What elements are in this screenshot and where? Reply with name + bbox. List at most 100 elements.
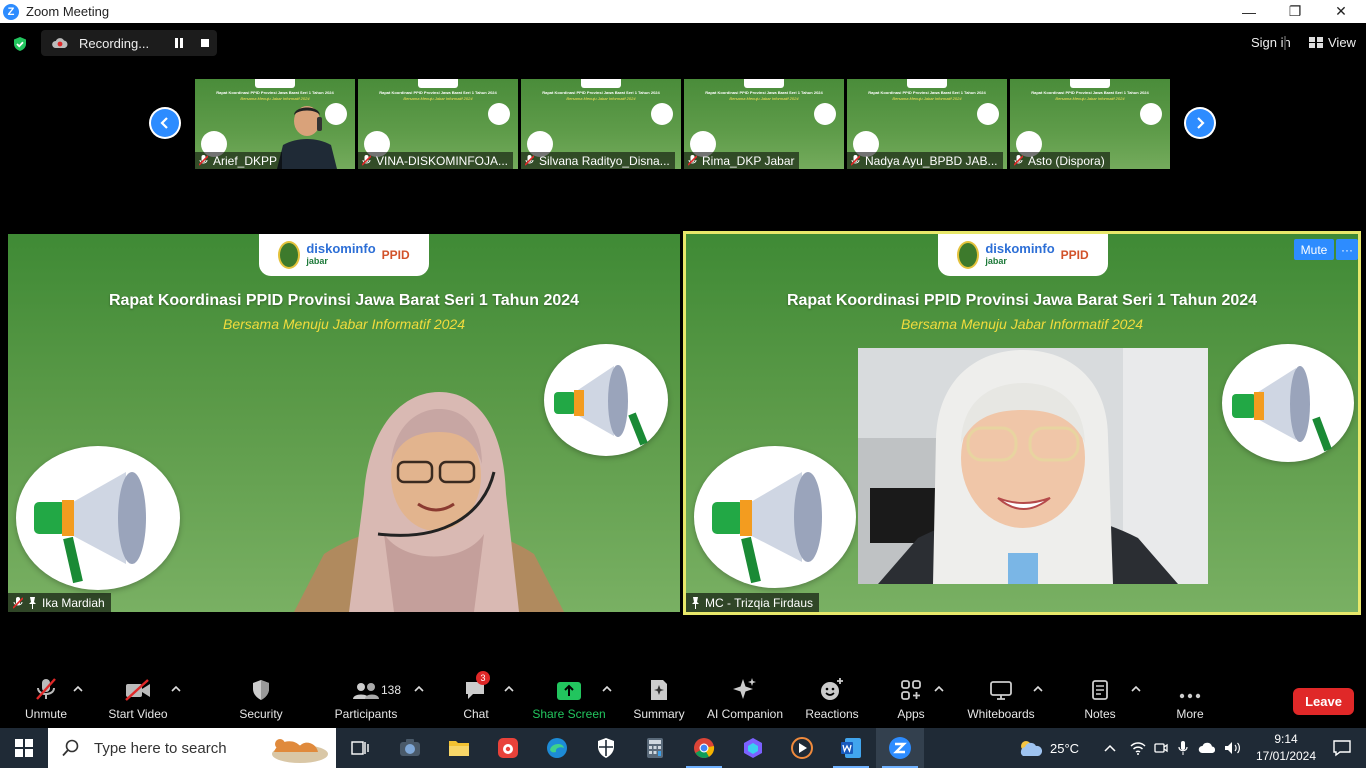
minimize-button[interactable]: — [1226,0,1272,23]
start-video-button[interactable]: Start Video [106,675,170,728]
slide-subheading: Bersama Menuju Jabar Informatif 2024 [729,96,799,101]
taskbar-camera-app[interactable] [386,728,434,768]
search-highlight-illustration-icon [272,739,328,763]
participant-nametag: Ika Mardiah [8,593,111,612]
share-screen-button[interactable]: Share Screen [532,675,606,728]
leave-button[interactable]: Leave [1293,688,1354,715]
taskbar-chrome-browser[interactable] [680,728,728,768]
apps-button[interactable]: Apps [891,675,931,728]
windows-security-shield-icon [598,738,614,758]
logo-text-jabar: jabar [306,256,328,266]
chevron-up-icon[interactable] [1033,685,1043,693]
chevron-up-icon[interactable] [73,685,83,693]
onedrive-cloud-icon[interactable] [1198,742,1216,754]
taskbar-edge-browser[interactable] [533,728,581,768]
taskbar-copilot[interactable] [729,728,777,768]
copilot-icon [744,738,762,758]
chevron-up-icon[interactable] [1104,744,1116,752]
participant-name: Rima_DKP Jabar [702,153,795,168]
chat-button[interactable]: 3 Chat [456,671,496,728]
reactions-button[interactable]: Reactions [804,675,860,728]
start-button[interactable] [0,728,48,768]
zoom-logo-icon: Z [3,3,19,20]
taskbar-search-box[interactable]: Type here to search [48,728,336,768]
more-button[interactable]: More [1170,675,1210,728]
video-tile-mc-trizqia[interactable]: diskominfo jabar PPID Rapat Koordinasi PP… [683,231,1361,615]
chevron-up-icon[interactable] [171,685,181,693]
strip-next-button[interactable] [1184,107,1216,139]
megaphone-icon [814,103,836,125]
participant-thumbnail[interactable]: Rapat Koordinasi PPID Provinsi Jawa Bara… [684,79,844,169]
share-screen-label: Share Screen [532,707,606,721]
participant-nametag: Nadya Ayu_BPBD JAB... [847,152,1003,169]
participant-thumbnail[interactable]: Rapat Koordinasi PPID Provinsi Jawa Bara… [521,79,681,169]
slide-heading: Rapat Koordinasi PPID Provinsi Jawa Bara… [786,292,1258,309]
slide-heading: Rapat Koordinasi PPID Provinsi Jawa Bara… [542,90,660,95]
chevron-up-icon[interactable] [1131,685,1141,693]
microphone-in-use-icon[interactable] [1178,740,1188,756]
clock-time: 9:14 [1274,732,1298,746]
clock-date: 17/01/2024 [1255,749,1317,763]
participant-more-button[interactable]: ··· [1336,239,1358,260]
megaphone-icon [651,103,673,125]
chat-unread-badge: 3 [476,671,490,685]
slide-logo: diskominfo jabar PPID [259,234,429,276]
slide-logo [255,79,295,88]
taskbar-windows-security[interactable] [582,728,630,768]
slide-heading: Rapat Koordinasi PPID Provinsi Jawa Bara… [705,90,823,95]
notes-button[interactable]: Notes [1080,675,1120,728]
calculator-icon [647,738,663,758]
summary-icon [651,680,667,700]
participant-thumbnail[interactable]: Rapat Koordinasi PPID Provinsi Jawa Bara… [847,79,1007,169]
slide-heading: Rapat Koordinasi PPID Provinsi Jawa Bara… [379,90,497,95]
security-shield-icon[interactable] [12,36,28,52]
spotlight-pin-icon [29,596,36,609]
chevron-up-icon[interactable] [504,685,514,693]
participant-nametag: MC - Trizqia Firdaus [686,593,820,612]
close-button[interactable]: ✕ [1318,0,1364,23]
video-tile-ika-mardiah[interactable]: diskominfo jabar PPID Rapat Koordinasi PP… [8,234,680,612]
task-view-button[interactable] [336,728,384,768]
wifi-icon[interactable] [1130,741,1146,755]
weather-widget[interactable]: 25°C [1016,728,1079,768]
chevron-up-icon[interactable] [414,685,424,693]
chevron-up-icon[interactable] [602,685,612,693]
megaphone-icon [488,103,510,125]
taskbar-file-explorer[interactable] [435,728,483,768]
restore-button[interactable]: ❐ [1272,0,1318,23]
stop-recording-icon[interactable] [201,39,209,47]
unmute-button[interactable]: Unmute [22,675,70,728]
chevron-up-icon[interactable] [934,685,944,693]
taskbar-calculator[interactable] [631,728,679,768]
participant-thumbnail[interactable]: Rapat Koordinasi PPID Provinsi Jawa Bara… [358,79,518,169]
windows-logo-icon [15,739,33,757]
participant-nametag: Silvana Radityo_Disna... [521,152,675,169]
taskbar-zoom[interactable] [876,728,924,768]
taskbar-screen-recorder[interactable] [484,728,532,768]
participant-name: Arief_DKPP [213,153,278,168]
security-button[interactable]: Security [234,675,288,728]
slide-subheading: Bersama Menuju Jabar Informatif 2024 [900,316,1143,332]
mic-muted-icon [13,596,23,609]
summary-button[interactable]: Summary [631,675,687,728]
participant-thumbnail[interactable]: Rapat Koordinasi PPID Provinsi Jawa Bara… [1010,79,1170,169]
taskbar-media-player[interactable] [778,728,826,768]
mute-participant-button[interactable]: Mute [1294,239,1334,260]
view-button[interactable]: View [1309,35,1356,50]
window-titlebar: Z Zoom Meeting — ❐ ✕ [0,0,1366,23]
taskbar-clock[interactable]: 9:14 17/01/2024 [1253,731,1319,765]
camera-in-use-icon[interactable] [1154,741,1168,755]
taskbar-word[interactable] [827,728,875,768]
whiteboards-button[interactable]: Whiteboards [965,675,1037,728]
volume-icon[interactable] [1224,741,1242,755]
notification-center-button[interactable] [1318,728,1366,768]
strip-prev-button[interactable] [149,107,181,139]
recording-indicator[interactable]: Recording... [41,30,217,56]
pause-recording-icon[interactable] [174,38,184,48]
participant-nametag: VINA-DISKOMINFOJA... [358,152,514,169]
chevron-left-icon [160,117,168,129]
ai-companion-button[interactable]: AI Companion [705,675,785,728]
meeting-toolbar: Unmute Start Video Security Participants… [0,671,1366,728]
divider [1284,36,1286,50]
participant-thumbnail[interactable]: Rapat Koordinasi PPID Provinsi Jawa Bara… [195,79,355,169]
